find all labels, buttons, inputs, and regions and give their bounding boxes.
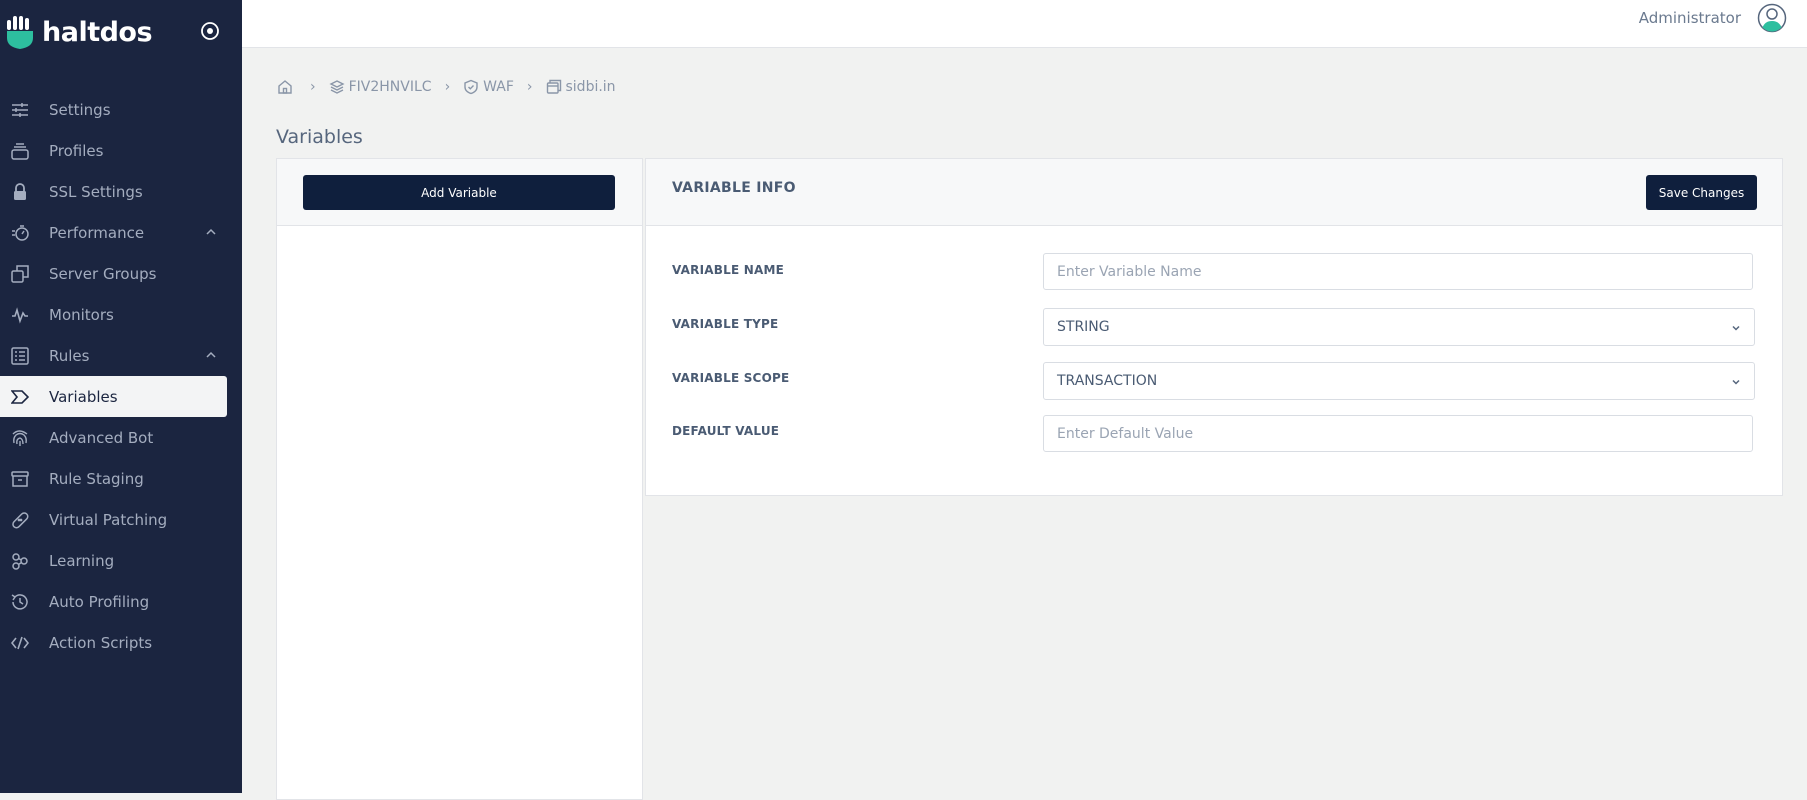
variable-info-title: VARIABLE INFO xyxy=(672,180,796,196)
chevron-down-icon xyxy=(1732,379,1740,385)
sidebar-item-label: Variables xyxy=(49,388,118,406)
default-value-input[interactable] xyxy=(1043,415,1753,452)
user-avatar-icon[interactable] xyxy=(1757,3,1787,33)
top-bar: Administrator xyxy=(242,0,1807,48)
sidebar-item-label: Server Groups xyxy=(49,265,157,283)
sidebar-item-auto-profiling[interactable]: Auto Profiling xyxy=(0,581,242,622)
variable-info-header: VARIABLE INFO Save Changes xyxy=(646,159,1782,226)
tag-arrow-icon xyxy=(11,390,29,404)
breadcrumb-item-fiv2hnvilc[interactable]: FIV2HNVILC xyxy=(329,79,432,95)
breadcrumb-item-sidbi[interactable]: sidbi.in xyxy=(546,79,616,95)
sidebar-item-label: Monitors xyxy=(49,306,114,324)
sidebar-item-label: Virtual Patching xyxy=(49,511,168,529)
sidebar-item-label: Learning xyxy=(49,552,115,570)
chevron-up-icon[interactable] xyxy=(205,349,217,361)
breadcrumb-label: sidbi.in xyxy=(565,79,616,95)
sidebar-toggle-icon[interactable] xyxy=(199,20,221,42)
sidebar-item-label: Profiles xyxy=(49,142,104,160)
breadcrumb-home[interactable] xyxy=(277,79,297,95)
sidebar-item-label: Settings xyxy=(49,101,111,119)
sidebar-item-monitors[interactable]: Monitors xyxy=(0,294,242,335)
sidebar-item-performance[interactable]: Performance xyxy=(0,212,242,253)
chevron-down-icon xyxy=(1732,325,1740,331)
default-value-label: DEFAULT VALUE xyxy=(672,424,780,438)
haltdos-logo-icon xyxy=(7,16,33,49)
sidebar-item-label: Action Scripts xyxy=(49,634,153,652)
list-icon xyxy=(11,347,29,365)
variable-name-label: VARIABLE NAME xyxy=(672,263,784,277)
pulse-icon xyxy=(12,307,28,324)
archive-icon xyxy=(11,471,29,487)
sidebar-item-profiles[interactable]: Profiles xyxy=(0,130,242,171)
copy-squares-icon xyxy=(11,265,29,283)
breadcrumb-separator: › xyxy=(310,79,316,95)
sidebar-item-settings[interactable]: Settings xyxy=(0,89,242,130)
history-icon xyxy=(11,594,28,610)
variable-type-value: STRING xyxy=(1057,319,1110,335)
variable-name-input[interactable] xyxy=(1043,253,1753,290)
chevron-up-icon[interactable] xyxy=(205,226,217,238)
variable-scope-select[interactable]: TRANSACTION xyxy=(1043,362,1755,400)
sidebar-item-label: Performance xyxy=(49,224,145,242)
speedometer-icon xyxy=(12,225,29,241)
bandage-icon xyxy=(12,512,29,529)
sidebar-item-rules[interactable]: Rules xyxy=(0,335,242,376)
user-name[interactable]: Administrator xyxy=(1639,9,1741,27)
sidebar-item-variables[interactable]: Variables xyxy=(0,376,227,417)
breadcrumb-label: WAF xyxy=(483,79,514,95)
breadcrumb-label: FIV2HNVILC xyxy=(348,79,432,95)
sidebar: haltdos Settings Profiles SSL Settings P… xyxy=(0,0,242,793)
sidebar-item-label: SSL Settings xyxy=(49,183,143,201)
lock-icon xyxy=(14,183,26,200)
sidebar-item-advanced-bot[interactable]: Advanced Bot xyxy=(0,417,242,458)
add-variable-button[interactable]: Add Variable xyxy=(303,175,615,210)
variable-scope-label: VARIABLE SCOPE xyxy=(672,371,790,385)
shield-icon xyxy=(464,79,478,95)
sidebar-item-action-scripts[interactable]: Action Scripts xyxy=(0,622,242,663)
sidebar-nav: Settings Profiles SSL Settings Performan… xyxy=(0,89,242,663)
sidebar-item-ssl-settings[interactable]: SSL Settings xyxy=(0,171,242,212)
breadcrumb-separator: › xyxy=(444,79,451,95)
layers-icon xyxy=(329,80,345,94)
home-icon xyxy=(278,80,292,94)
brand-name: haltdos xyxy=(42,16,153,48)
variables-list-panel: Add Variable xyxy=(276,158,643,800)
page-title: Variables xyxy=(276,126,363,148)
variables-list-header: Add Variable xyxy=(277,159,642,226)
variable-type-label: VARIABLE TYPE xyxy=(672,317,779,331)
breadcrumb-item-waf[interactable]: WAF xyxy=(463,79,514,95)
variable-info-panel: VARIABLE INFO Save Changes VARIABLE NAME… xyxy=(645,158,1783,496)
sidebar-item-server-groups[interactable]: Server Groups xyxy=(0,253,242,294)
breadcrumb-separator: › xyxy=(526,79,533,95)
sidebar-item-label: Rules xyxy=(49,347,90,365)
sliders-icon xyxy=(12,103,28,117)
layers-stack-icon xyxy=(11,143,29,160)
nodes-icon xyxy=(12,553,28,570)
window-icon xyxy=(546,79,561,94)
code-icon xyxy=(11,636,29,650)
sidebar-item-rule-staging[interactable]: Rule Staging xyxy=(0,458,242,499)
brand-logo[interactable]: haltdos xyxy=(6,14,153,50)
save-changes-button[interactable]: Save Changes xyxy=(1646,175,1757,210)
variable-scope-value: TRANSACTION xyxy=(1057,373,1158,389)
breadcrumb: › FIV2HNVILC › WAF › sidbi.in xyxy=(277,75,616,99)
sidebar-item-virtual-patching[interactable]: Virtual Patching xyxy=(0,499,242,540)
sidebar-item-learning[interactable]: Learning xyxy=(0,540,242,581)
fingerprint-icon xyxy=(12,430,28,446)
variable-type-select[interactable]: STRING xyxy=(1043,308,1755,346)
sidebar-item-label: Advanced Bot xyxy=(49,429,154,447)
sidebar-item-label: Rule Staging xyxy=(49,470,144,488)
sidebar-item-label: Auto Profiling xyxy=(49,593,150,611)
